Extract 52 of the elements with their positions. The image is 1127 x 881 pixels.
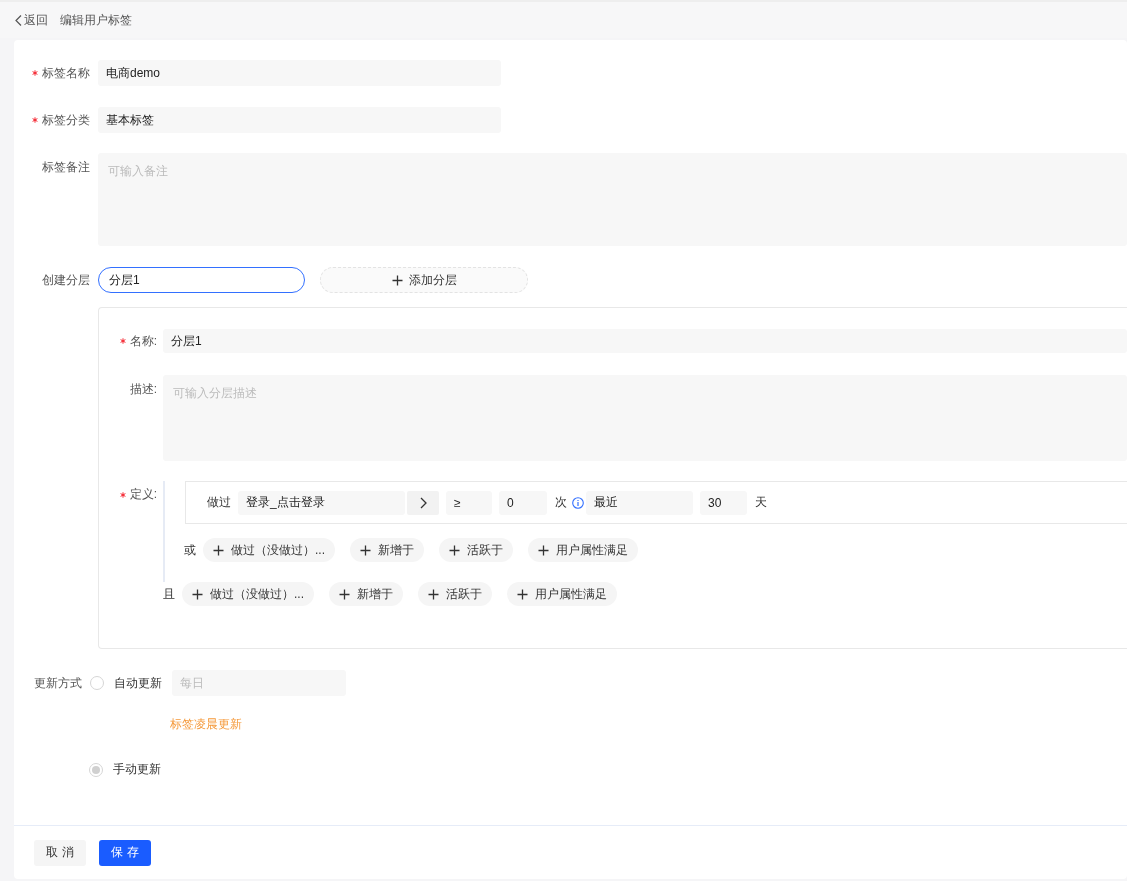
count-unit: 次 bbox=[555, 494, 567, 511]
field-label: 标签分类 bbox=[42, 111, 90, 129]
add-condition-button[interactable]: 做过（没做过）... bbox=[182, 582, 314, 606]
add-layer-button[interactable]: 添加分层 bbox=[320, 267, 528, 293]
chevron-right-icon bbox=[419, 496, 427, 509]
add-condition-button[interactable]: 活跃于 bbox=[439, 538, 513, 562]
count-field[interactable]: 0 bbox=[499, 490, 547, 515]
and-label: 且 bbox=[163, 585, 175, 603]
text-field[interactable]: 电商demo bbox=[98, 60, 501, 86]
text-field[interactable]: 基本标签 bbox=[98, 107, 501, 133]
cancel-button[interactable]: 取消 bbox=[34, 839, 86, 866]
radio-label: 自动更新 bbox=[114, 674, 162, 692]
layer-name-field[interactable]: 分层1 bbox=[163, 329, 1127, 353]
add-condition-button[interactable]: 用户属性满足 bbox=[507, 582, 617, 606]
field-label: 定义: bbox=[129, 486, 157, 503]
plus-icon bbox=[192, 588, 203, 600]
range-select[interactable]: 最近 bbox=[586, 490, 693, 515]
or-label: 或 bbox=[184, 541, 196, 559]
back-link[interactable]: 返回 bbox=[15, 11, 48, 29]
days-unit: 天 bbox=[755, 494, 767, 511]
page-title: 编辑用户标签 bbox=[60, 11, 132, 29]
plus-icon bbox=[339, 588, 350, 600]
field-label: 更新方式 bbox=[34, 674, 82, 692]
save-button[interactable]: 保存 bbox=[99, 839, 151, 866]
info-icon bbox=[572, 496, 584, 509]
days-field[interactable]: 30 bbox=[700, 490, 747, 515]
field-label: 描述: bbox=[129, 381, 157, 398]
field-label: 名称: bbox=[129, 332, 157, 350]
plus-icon bbox=[428, 588, 439, 600]
event-select[interactable]: 登录_点击登录 bbox=[238, 490, 405, 515]
add-condition-button[interactable]: 新增于 bbox=[350, 538, 424, 562]
field-label: 标签名称 bbox=[42, 64, 90, 82]
layer-tab-field[interactable]: 分层1 bbox=[98, 267, 305, 293]
add-condition-button[interactable]: 用户属性满足 bbox=[528, 538, 638, 562]
add-condition-button[interactable]: 做过（没做过）... bbox=[203, 538, 335, 562]
frequency-field[interactable]: 每日 bbox=[172, 670, 346, 696]
radio-label: 手动更新 bbox=[113, 761, 161, 778]
plus-icon bbox=[538, 544, 549, 556]
add-condition-button[interactable]: 活跃于 bbox=[418, 582, 492, 606]
operator-select[interactable]: ≥ bbox=[446, 490, 492, 515]
plus-icon bbox=[360, 544, 371, 556]
plus-icon bbox=[517, 588, 528, 600]
plus-icon bbox=[391, 274, 403, 286]
update-note: 标签凌晨更新 bbox=[170, 717, 242, 731]
field-label: 创建分层 bbox=[41, 271, 90, 289]
chevron-button[interactable] bbox=[407, 490, 439, 515]
plus-icon bbox=[449, 544, 460, 556]
chevron-left-icon bbox=[15, 14, 22, 26]
field-label: 标签备注 bbox=[42, 159, 90, 176]
plus-icon bbox=[213, 544, 224, 556]
condition-prefix: 做过 bbox=[207, 494, 231, 511]
add-condition-button[interactable]: 新增于 bbox=[329, 582, 403, 606]
